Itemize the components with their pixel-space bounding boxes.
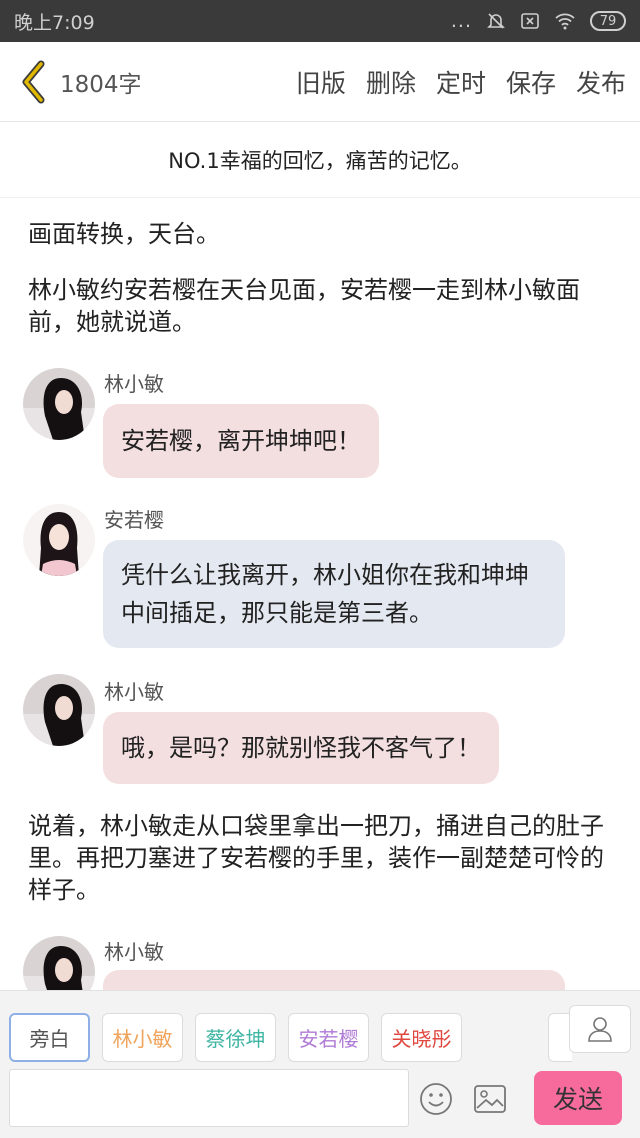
delete-button[interactable]: 删除 bbox=[366, 64, 416, 100]
avatar-lin-xiaomin[interactable] bbox=[23, 368, 95, 440]
role-chip-lin-xiaomin[interactable]: 林小敏 bbox=[102, 1013, 183, 1062]
avatar-an-ruoying[interactable] bbox=[23, 504, 95, 576]
message-input[interactable] bbox=[9, 1069, 409, 1127]
message-bubble[interactable]: 安若樱，离开坤坤吧！ bbox=[103, 404, 379, 478]
role-chips: 旁白 林小敏 蔡徐坤 安若樱 关晓彤 bbox=[9, 1013, 462, 1062]
person-icon bbox=[588, 1017, 612, 1042]
image-icon bbox=[474, 1085, 506, 1113]
battery-indicator: 79 bbox=[590, 11, 626, 31]
narration-text: 画面转换，天台。 bbox=[28, 220, 220, 248]
image-button[interactable] bbox=[472, 1081, 508, 1117]
schedule-button[interactable]: 定时 bbox=[436, 64, 486, 100]
composer-bar: 旁白 林小敏 蔡徐坤 安若樱 关晓彤 发送 bbox=[0, 990, 640, 1138]
publish-button[interactable]: 发布 bbox=[576, 64, 626, 100]
message-bubble[interactable] bbox=[103, 970, 565, 990]
save-button[interactable]: 保存 bbox=[506, 64, 556, 100]
status-time: 晚上7:09 bbox=[14, 11, 95, 34]
chapter-title[interactable]: NO.1幸福的回忆，痛苦的记忆。 bbox=[0, 122, 640, 198]
role-chip-narrator[interactable]: 旁白 bbox=[9, 1013, 90, 1062]
wifi-icon bbox=[555, 13, 575, 30]
narration-text: 说着，林小敏走从口袋里拿出一把刀，捅进自己的肚子里。再把刀塞进了安若樱的手里，装… bbox=[28, 812, 604, 904]
emoji-button[interactable] bbox=[418, 1081, 454, 1117]
mute-bell-icon bbox=[487, 13, 505, 29]
role-chip-guan-xiaotong[interactable]: 关晓彤 bbox=[381, 1013, 462, 1062]
send-button[interactable]: 发送 bbox=[534, 1071, 622, 1125]
message-bubble[interactable]: 凭什么让我离开，林小姐你在我和坤坤中间插足，那只能是第三者。 bbox=[103, 540, 565, 648]
more-dots: ... bbox=[450, 10, 472, 32]
old-version-button[interactable]: 旧版 bbox=[296, 64, 346, 100]
role-chip-cai-xukun[interactable]: 蔡徐坤 bbox=[195, 1013, 276, 1062]
message-bubble[interactable]: 哦，是吗？那就别怪我不客气了！ bbox=[103, 712, 499, 784]
role-chip-an-ruoying[interactable]: 安若樱 bbox=[288, 1013, 369, 1062]
emoji-icon bbox=[420, 1083, 452, 1115]
back-button[interactable] bbox=[14, 59, 54, 105]
avatar-lin-xiaomin[interactable] bbox=[23, 936, 95, 990]
sim-x-icon bbox=[521, 13, 539, 29]
narration-text: 林小敏约安若樱在天台见面，安若樱一走到林小敏面前，她就说道。 bbox=[28, 276, 580, 336]
back-arrow-icon bbox=[22, 60, 45, 103]
speaker-name: 林小敏 bbox=[104, 940, 164, 964]
status-bar: 晚上7:09 ... 79 bbox=[0, 0, 640, 42]
word-count: 1804字 bbox=[60, 71, 142, 98]
story-content[interactable]: 画面转换，天台。 林小敏约安若樱在天台见面，安若樱一走到林小敏面前，她就说道。 … bbox=[0, 198, 640, 990]
toolbar-actions: 旧版 删除 定时 保存 发布 bbox=[296, 64, 626, 100]
speaker-name: 安若樱 bbox=[104, 508, 164, 532]
avatar-lin-xiaomin[interactable] bbox=[23, 674, 95, 746]
speaker-name: 林小敏 bbox=[104, 680, 164, 704]
speaker-name: 林小敏 bbox=[104, 372, 164, 396]
status-icons: ... 79 bbox=[451, 10, 626, 32]
editor-toolbar: 1804字 旧版 删除 定时 保存 发布 bbox=[0, 42, 640, 122]
add-role-button[interactable] bbox=[569, 1005, 631, 1053]
